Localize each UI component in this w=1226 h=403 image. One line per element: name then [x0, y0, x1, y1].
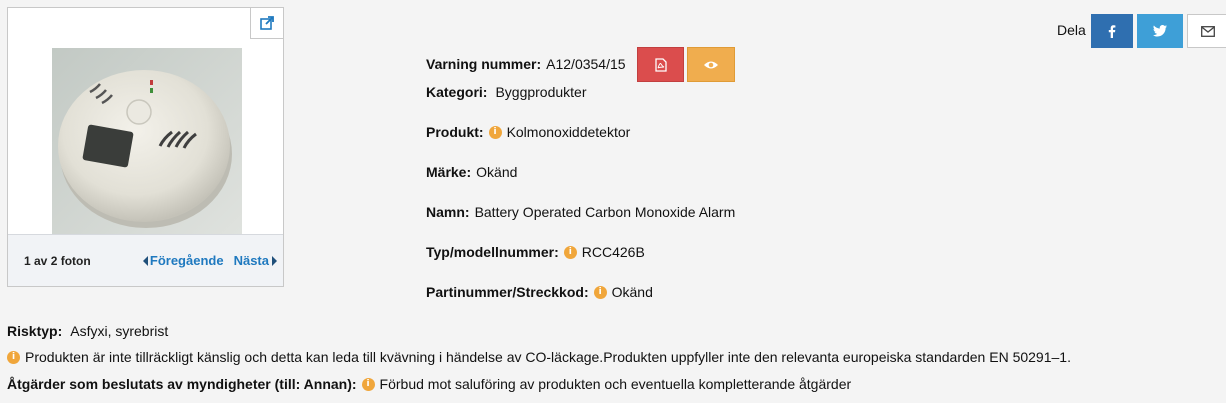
- model-row: Typ/modellnummer: i RCC426B: [426, 244, 645, 260]
- model-label: Typ/modellnummer:: [426, 244, 559, 260]
- risk-description: Produkten är inte tillräckligt känslig o…: [25, 349, 1071, 365]
- brand-value: Okänd: [476, 164, 518, 180]
- measures-row: Åtgärder som beslutats av myndigheter (t…: [7, 376, 851, 392]
- risk-type-label: Risktyp:: [7, 323, 63, 339]
- share-facebook-button[interactable]: [1091, 14, 1133, 48]
- expand-photo-button[interactable]: [250, 8, 283, 39]
- pdf-button[interactable]: [637, 47, 684, 82]
- pdf-icon: [654, 57, 667, 72]
- info-icon[interactable]: i: [563, 245, 577, 259]
- category-label: Kategori:: [426, 84, 488, 100]
- category-row: Kategori: Byggprodukter: [426, 84, 587, 100]
- batch-label: Partinummer/Streckkod:: [426, 284, 589, 300]
- next-photo-link[interactable]: Nästa: [234, 253, 277, 268]
- info-icon[interactable]: i: [7, 350, 20, 364]
- view-button[interactable]: [687, 47, 735, 82]
- product-label: Produkt:: [426, 124, 484, 140]
- risk-type-value: Asfyxi, syrebrist: [70, 323, 169, 339]
- facebook-icon: [1108, 24, 1116, 38]
- photo-gallery: 1 av 2 foton Föregående Nästa: [7, 7, 284, 287]
- warning-number-label: Varning nummer:: [426, 56, 542, 72]
- product-photo[interactable]: [52, 48, 242, 234]
- twitter-icon: [1153, 25, 1167, 37]
- gallery-footer: 1 av 2 foton Föregående Nästa: [8, 234, 283, 286]
- risk-description-row: i Produkten är inte tillräckligt känslig…: [7, 349, 1071, 365]
- warning-number-row: Varning nummer: A12/0354/15: [426, 56, 626, 72]
- name-label: Namn:: [426, 204, 470, 220]
- previous-label: Föregående: [149, 253, 224, 268]
- risk-type-row: Risktyp: Asfyxi, syrebrist: [7, 323, 168, 339]
- info-icon[interactable]: i: [361, 377, 375, 391]
- batch-row: Partinummer/Streckkod: i Okänd: [426, 284, 653, 300]
- model-value: RCC426B: [581, 244, 645, 260]
- photo-count: 1 av 2 foton: [24, 253, 91, 268]
- share-label: Dela: [1057, 22, 1086, 38]
- share-mail-button[interactable]: [1187, 14, 1226, 48]
- measures-label: Åtgärder som beslutats av myndigheter (t…: [7, 376, 357, 392]
- chevron-right-icon: [272, 255, 277, 266]
- share-twitter-button[interactable]: [1137, 14, 1183, 48]
- warning-number-value: A12/0354/15: [546, 56, 626, 72]
- expand-icon: [260, 16, 274, 30]
- info-icon[interactable]: i: [593, 285, 607, 299]
- info-icon[interactable]: i: [488, 125, 502, 139]
- previous-photo-link[interactable]: Föregående: [142, 253, 224, 268]
- product-value: Kolmonoxiddetektor: [506, 124, 631, 140]
- product-row: Produkt: i Kolmonoxiddetektor: [426, 124, 630, 140]
- measures-value: Förbud mot saluföring av produkten och e…: [379, 376, 852, 392]
- brand-label: Märke:: [426, 164, 472, 180]
- next-label: Nästa: [233, 253, 269, 268]
- name-value: Battery Operated Carbon Monoxide Alarm: [474, 204, 736, 220]
- name-row: Namn: Battery Operated Carbon Monoxide A…: [426, 204, 735, 220]
- eye-icon: [704, 61, 718, 68]
- brand-row: Märke: Okänd: [426, 164, 517, 180]
- chevron-left-icon: [142, 255, 148, 266]
- category-value: Byggprodukter: [495, 84, 587, 100]
- mail-icon: [1201, 25, 1215, 37]
- batch-value: Okänd: [611, 284, 653, 300]
